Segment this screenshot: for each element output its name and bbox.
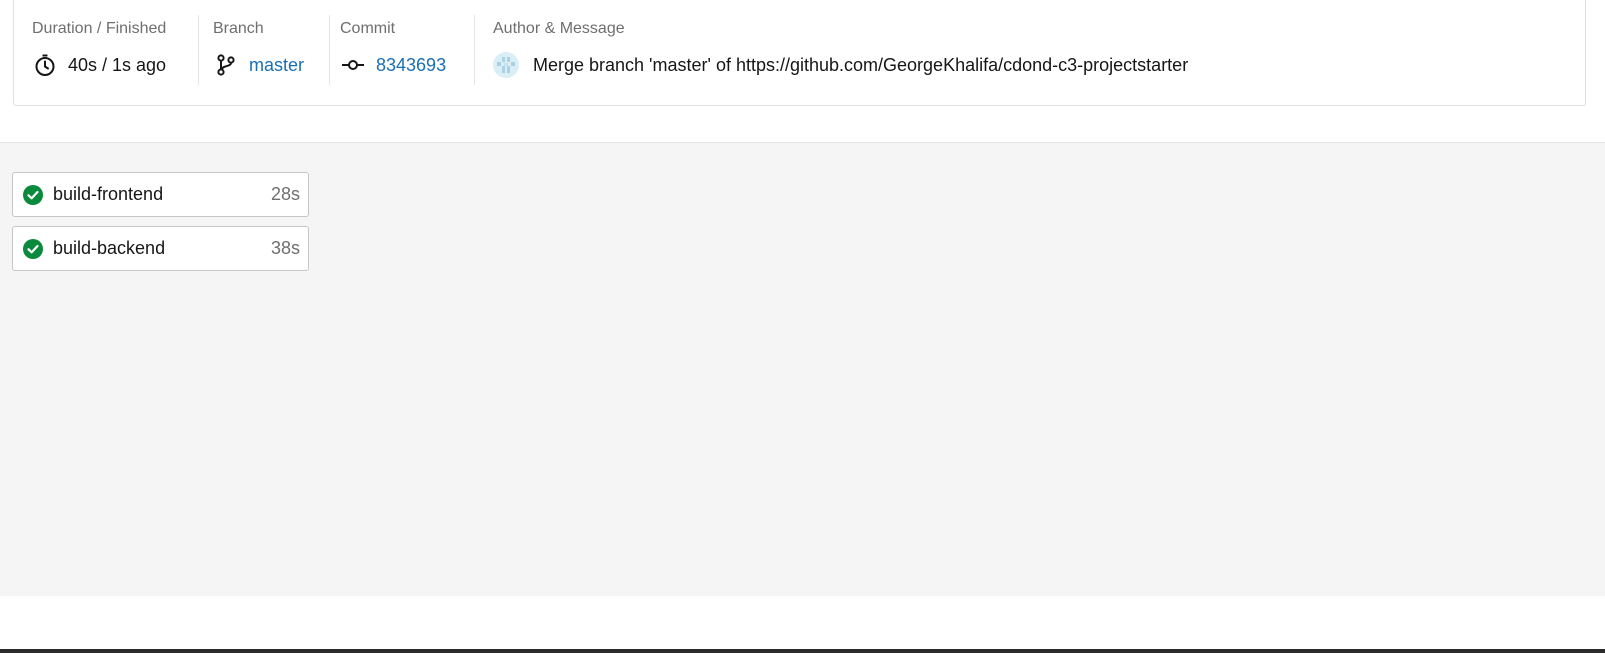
commit-link[interactable]: 8343693 — [376, 55, 446, 76]
branch-value-row: master — [213, 52, 304, 78]
job-duration: 38s — [270, 238, 300, 258]
author-label: Author & Message — [493, 20, 625, 37]
branch-link[interactable]: master — [249, 55, 304, 76]
job-card-build-frontend[interactable]: build-frontend 28s — [12, 172, 309, 217]
column-divider — [329, 15, 330, 85]
branch-label: Branch — [213, 20, 264, 37]
commit-icon — [340, 52, 366, 78]
job-duration: 28s — [270, 184, 300, 204]
bottom-divider — [0, 649, 1605, 653]
author-value-row: Merge branch 'master' of https://github.… — [493, 52, 1188, 78]
author-column: Author & Message Merge branch 'master' o… — [493, 16, 1573, 86]
duration-value-row: 40s / 1s ago — [32, 52, 166, 78]
stopwatch-icon — [32, 52, 58, 78]
column-divider — [474, 15, 475, 85]
success-check-icon — [23, 184, 43, 205]
commit-label: Commit — [340, 20, 396, 37]
job-name: build-frontend — [53, 184, 164, 204]
commit-column: Commit 8343693 — [340, 16, 470, 86]
pipeline-header: Duration / Finished 40s / 1s ago Branch — [0, 0, 1605, 143]
workflow-graph: build-frontend 28s build-backend 38s — [0, 143, 1605, 596]
job-card-build-backend[interactable]: build-backend 38s — [12, 226, 309, 271]
avatar-icon — [493, 52, 519, 78]
duration-column: Duration / Finished 40s / 1s ago — [32, 16, 192, 86]
duration-value: 40s / 1s ago — [68, 54, 167, 75]
commit-message: Merge branch 'master' of https://github.… — [533, 54, 1189, 75]
branch-icon — [213, 52, 239, 78]
pipeline-summary-card: Duration / Finished 40s / 1s ago Branch — [13, 0, 1586, 106]
duration-label: Duration / Finished — [32, 20, 167, 37]
column-divider — [198, 15, 199, 85]
success-check-icon — [23, 238, 43, 259]
commit-value-row: 8343693 — [340, 52, 446, 78]
branch-column: Branch master — [213, 16, 323, 86]
job-name: build-backend — [53, 238, 166, 258]
